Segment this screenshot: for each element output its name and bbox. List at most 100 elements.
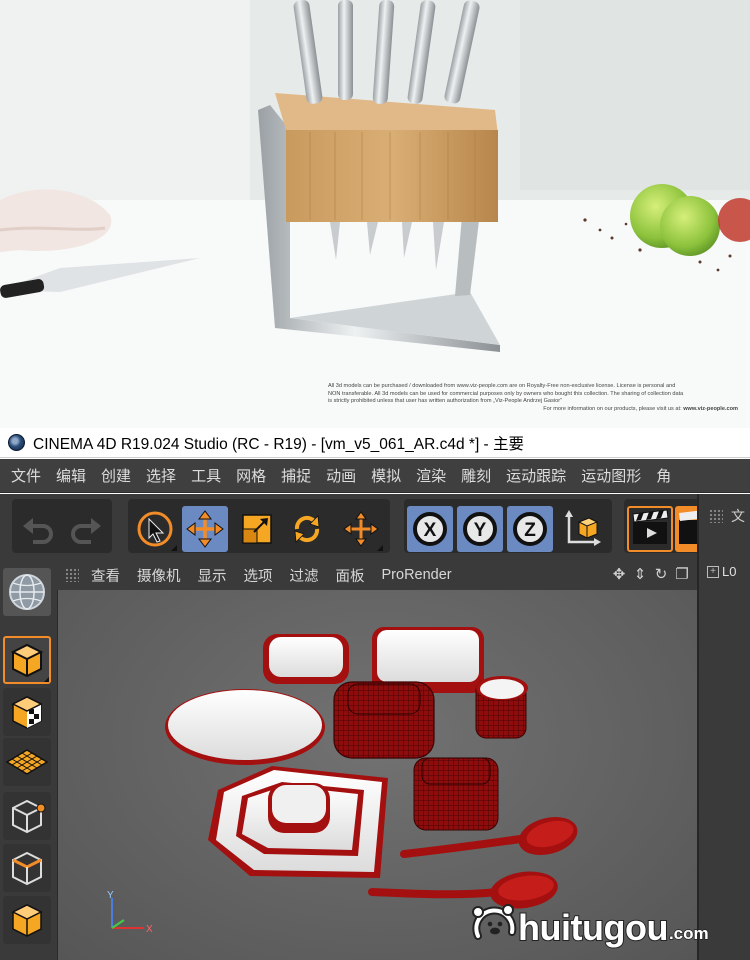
lock-y-letter: Y [474,520,487,541]
panel-grip-icon[interactable] [709,509,723,523]
axis-x-label: X [146,924,153,935]
viewport-menu-options[interactable]: 选项 [244,565,273,586]
recent-tool-button[interactable] [338,506,384,552]
viewport-nav-controls: ✥ ⇕ ↻ ❐ [610,566,691,584]
more-info-link[interactable]: www.viz-people.com [683,406,738,412]
mode-palette [0,560,57,960]
model-mode-options-corner [44,677,49,682]
model-mode-button[interactable] [3,636,51,684]
redo-icon [71,518,101,544]
viewport-menu-panel[interactable]: 面板 [336,565,365,586]
license-line-2: NON transferable. All 3d models can be u… [328,390,684,397]
menu-mesh[interactable]: 网格 [236,465,266,486]
expand-icon[interactable]: + [707,565,719,578]
edge-mode-button[interactable] [3,844,51,892]
scale-tool-button[interactable] [234,506,280,552]
object-manager-header: 文 [699,501,750,531]
move-tool-button[interactable] [182,506,228,552]
undo-icon [23,518,53,544]
product-photo: All 3d models can be purchased / downloa… [0,0,750,428]
license-notice: All 3d models can be purchased / downloa… [328,383,738,413]
window-titlebar: CINEMA 4D R19.024 Studio (RC - R19) - [v… [0,428,750,458]
menu-create[interactable]: 创建 [101,465,131,486]
point-mode-icon [12,799,46,834]
point-mode-button[interactable] [3,792,51,840]
coordinate-system-icon [565,510,601,546]
workplane-mode-button[interactable] [3,738,51,786]
menu-render[interactable]: 渲染 [416,465,446,486]
axis-y-label: Y [107,890,114,901]
undo-button[interactable] [15,506,61,552]
maximize-viewport-icon[interactable]: ❐ [673,566,691,584]
menu-edit[interactable]: 编辑 [56,465,86,486]
lock-x-icon: X [413,512,447,546]
globe-icon [9,574,45,610]
more-info-line: For more information on our products, pl… [328,406,738,414]
render-view-button[interactable] [627,506,673,552]
panel-grip-icon[interactable] [65,568,79,582]
viewport-menu-filter[interactable]: 过滤 [290,565,319,586]
license-line-3: is strictly prohibited unless that user … [328,398,563,405]
live-select-button[interactable] [132,506,178,552]
watermark-suffix: .com [668,923,709,943]
menu-character[interactable]: 角 [656,465,671,486]
bear-logo-icon [472,904,517,940]
menu-sculpt[interactable]: 雕刻 [461,465,491,486]
make-editable-button[interactable] [3,568,51,616]
viewport-menu-display[interactable]: 显示 [198,565,227,586]
menu-tools[interactable]: 工具 [191,465,221,486]
grid-plane-icon [5,749,49,775]
main-menubar: 文件 编辑 创建 选择 工具 网格 捕捉 动画 模拟 渲染 雕刻 运动跟踪 运动… [0,459,750,493]
zoom-icon[interactable]: ⇕ [631,566,649,584]
menu-select[interactable]: 选择 [146,465,176,486]
viewport-menu-view[interactable]: 查看 [91,565,120,586]
lock-z-icon: Z [513,512,547,546]
cinema4d-icon [8,434,25,451]
scale-icon [242,514,272,544]
menu-snap[interactable]: 捕捉 [281,465,311,486]
recent-tool-options-corner [377,545,383,551]
menu-simulate[interactable]: 模拟 [371,465,401,486]
lock-z-button[interactable]: Z [507,506,553,552]
object-manager-panel: 文 + L0 [697,494,750,960]
checker-cube-icon [11,696,43,729]
texture-mode-button[interactable] [3,688,51,736]
rotate-tool-button[interactable] [284,506,330,552]
object-manager-tab[interactable]: 文 [731,506,745,526]
viewport-menu-cameras[interactable]: 摄像机 [137,565,181,586]
window-title: CINEMA 4D R19.024 Studio (RC - R19) - [v… [33,435,525,453]
move-icon [186,510,224,548]
render-group [624,499,704,553]
lock-x-button[interactable]: X [407,506,453,552]
viewport-menubar: 查看 摄像机 显示 选项 过滤 面板 ProRender ✥ ⇕ ↻ ❐ [57,560,697,590]
viewport-menu-prorender[interactable]: ProRender [382,567,452,583]
site-watermark: huitugou .com [468,902,709,954]
object-row-label: L0 [722,564,737,579]
lock-y-icon: Y [463,512,497,546]
menu-mograph[interactable]: 运动图形 [581,465,641,486]
polygon-mode-button[interactable] [3,896,51,944]
knife-block-image [0,0,750,428]
watermark-text: huitugou [517,906,669,949]
license-line-1: All 3d models can be purchased / downloa… [328,383,676,389]
live-select-options-corner [171,545,177,551]
edge-mode-icon [12,851,42,886]
object-row[interactable]: + L0 [707,564,736,579]
menu-animate[interactable]: 动画 [326,465,356,486]
more-info-text: For more information on our products, pl… [543,405,684,412]
menu-file[interactable]: 文件 [11,465,41,486]
rotate-icon [294,515,320,543]
redo-button[interactable] [63,506,109,552]
lock-z-letter: Z [524,520,536,541]
main-toolbar: X Y Z [0,494,750,560]
pan-icon[interactable]: ✥ [610,566,628,584]
lock-x-letter: X [424,520,437,541]
orbit-icon[interactable]: ↻ [652,566,670,584]
render-view-icon [632,509,669,544]
history-group [12,499,112,553]
axis-lock-group: X Y Z [404,499,612,553]
transform-tools-group [128,499,390,553]
lock-y-button[interactable]: Y [457,506,503,552]
coordinate-system-button[interactable] [559,506,605,552]
menu-motion-tracker[interactable]: 运动跟踪 [506,465,566,486]
